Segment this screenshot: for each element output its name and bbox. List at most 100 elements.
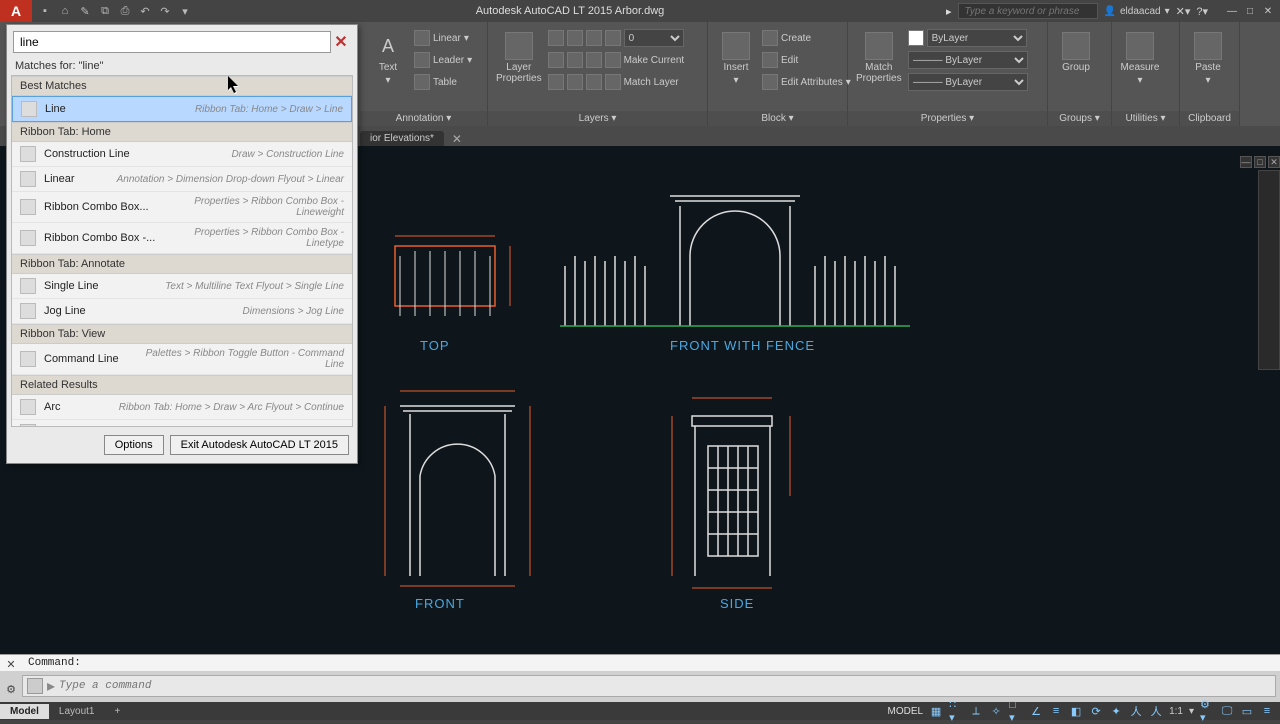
edit-block-button[interactable]: Edit (762, 50, 851, 70)
cycling-icon[interactable]: ⟳ (1089, 704, 1103, 718)
layer-prev-icon[interactable] (567, 74, 583, 90)
edit-attributes-button[interactable]: Edit Attributes ▾ (762, 72, 851, 92)
maximize-button[interactable]: □ (1242, 4, 1258, 18)
result-combo-lineweight[interactable]: Ribbon Combo Box...Properties > Ribbon C… (12, 192, 352, 223)
polar-icon[interactable]: ✧ (989, 704, 1003, 718)
layer-iso-icon[interactable] (548, 52, 564, 68)
create-block-button[interactable]: Create (762, 28, 851, 48)
lineweight-icon[interactable]: ≡ (1049, 704, 1063, 718)
customize-icon[interactable]: ≡ (1260, 704, 1274, 718)
color-swatch-icon[interactable] (908, 30, 924, 46)
model-tab[interactable]: Model (0, 704, 49, 719)
layer-walk-icon[interactable] (586, 74, 602, 90)
add-document-button[interactable]: ✕ (446, 132, 468, 146)
signin-area[interactable]: 👤 eldaacad ▾ (1104, 6, 1170, 17)
saveas-icon[interactable]: ⧉ (96, 2, 114, 20)
linear-icon (414, 30, 430, 46)
command-prompt-icon[interactable] (27, 678, 43, 694)
help-icon[interactable]: ?▾ (1196, 5, 1208, 18)
signin-user: eldaacad (1120, 6, 1161, 17)
snap-icon[interactable]: ∷ ▾ (949, 704, 963, 718)
lineweight-combo[interactable]: ——— ByLayer (908, 51, 1028, 69)
label-top: TOP (420, 338, 450, 353)
layer-freeze-icon[interactable] (586, 30, 602, 46)
result-jog-line[interactable]: Jog LineDimensions > Jog Line (12, 299, 352, 324)
layer-thaw-icon[interactable] (586, 52, 602, 68)
osnap-icon[interactable]: □ ▾ (1009, 704, 1023, 718)
measure-button[interactable]: Measure▾ (1118, 28, 1162, 90)
view-minimize-button[interactable]: — (1240, 156, 1252, 168)
undo-icon[interactable]: ↶ (136, 2, 154, 20)
navigation-bar[interactable] (1258, 170, 1280, 370)
line-icon (21, 101, 37, 117)
result-ray[interactable]: RayRibbon Tab: Home > Draw > Ray (12, 420, 352, 427)
qat-dropdown-icon[interactable]: ▾ (176, 2, 194, 20)
new-icon[interactable]: ▪ (36, 2, 54, 20)
linetype-combo[interactable]: ——— ByLayer (908, 73, 1028, 91)
command-line-panel: ✕ ⚙ Command: ▸ (0, 654, 1280, 702)
result-construction-line[interactable]: Construction LineDraw > Construction Lin… (12, 142, 352, 167)
popup-clear-button[interactable]: ✕ (331, 31, 351, 53)
ortho-icon[interactable]: ⟂ (969, 704, 983, 718)
color-combo[interactable]: ByLayer (927, 29, 1027, 47)
print-icon[interactable]: ⎙ (116, 2, 134, 20)
infocenter-search-input[interactable] (958, 3, 1098, 19)
match-layer-button[interactable]: Match Layer (624, 77, 679, 88)
view-maximize-button[interactable]: □ (1254, 156, 1266, 168)
layer-combo[interactable]: 0 (624, 29, 684, 47)
layer-state-icon[interactable] (548, 30, 564, 46)
view-close-button[interactable]: ✕ (1268, 156, 1280, 168)
monitor-icon[interactable]: 🖵 (1220, 704, 1234, 718)
popup-search-input[interactable] (13, 31, 331, 53)
table-button[interactable]: Table (414, 72, 472, 92)
paste-button[interactable]: Paste▾ (1186, 28, 1230, 90)
result-single-line[interactable]: Single LineText > Multiline Text Flyout … (12, 274, 352, 299)
add-layout-button[interactable]: + (104, 704, 130, 719)
result-line[interactable]: Line Ribbon Tab: Home > Draw > Line (12, 96, 352, 122)
cmdline-config-icon[interactable]: ⚙ (4, 682, 18, 696)
cmdline-close-icon[interactable]: ✕ (4, 657, 18, 671)
layer-properties-button[interactable]: Layer Properties (494, 28, 544, 88)
otrack-icon[interactable]: ∠ (1029, 704, 1043, 718)
panel-layers: Layer Properties 0 Make Current Match La… (488, 22, 708, 126)
linear-button[interactable]: Linear ▾ (414, 28, 472, 48)
layer-on-icon[interactable] (548, 74, 564, 90)
label-front-fence: FRONT WITH FENCE (670, 338, 815, 353)
exchange-icon[interactable]: ✕▾ (1176, 5, 1191, 18)
result-linear[interactable]: LinearAnnotation > Dimension Drop-down F… (12, 167, 352, 192)
layer-off-icon[interactable] (567, 30, 583, 46)
result-arc[interactable]: ArcRibbon Tab: Home > Draw > Arc Flyout … (12, 395, 352, 420)
text-button[interactable]: AText▾ (366, 28, 410, 90)
anno-icon[interactable]: ✦ (1109, 704, 1123, 718)
close-button[interactable]: ✕ (1260, 4, 1276, 18)
open-icon[interactable]: ⌂ (56, 2, 74, 20)
transparency-icon[interactable]: ◧ (1069, 704, 1083, 718)
clean-icon[interactable]: ▭ (1240, 704, 1254, 718)
document-tab[interactable]: ior Elevations* (360, 131, 444, 146)
anno3-icon[interactable]: 人 (1149, 704, 1163, 718)
save-icon[interactable]: ✎ (76, 2, 94, 20)
status-model-label[interactable]: MODEL (888, 706, 924, 717)
workspace-icon[interactable]: ⚙ ▾ (1200, 704, 1214, 718)
layer-uniso-icon[interactable] (567, 52, 583, 68)
match-properties-button[interactable]: Match Properties (854, 28, 904, 88)
command-input[interactable] (59, 680, 1271, 692)
minimize-button[interactable]: — (1224, 4, 1240, 18)
leader-button[interactable]: Leader ▾ (414, 50, 472, 70)
results-list[interactable]: Best Matches Line Ribbon Tab: Home > Dra… (11, 75, 353, 427)
layer-lock-icon[interactable] (605, 30, 621, 46)
make-current-button[interactable]: Make Current (624, 55, 685, 66)
app-menu-button[interactable] (0, 0, 32, 22)
grid-icon[interactable]: ▦ (929, 704, 943, 718)
group-button[interactable]: Group (1054, 28, 1098, 77)
options-button[interactable]: Options (104, 435, 164, 455)
anno2-icon[interactable]: 人 (1129, 704, 1143, 718)
title-bar: ▪ ⌂ ✎ ⧉ ⎙ ↶ ↷ ▾ Autodesk AutoCAD LT 2015… (0, 0, 1280, 22)
result-command-line[interactable]: Command LinePalettes > Ribbon Toggle But… (12, 344, 352, 375)
exit-button[interactable]: Exit Autodesk AutoCAD LT 2015 (170, 435, 349, 455)
insert-button[interactable]: Insert▾ (714, 28, 758, 90)
layout-tab[interactable]: Layout1 (49, 704, 105, 719)
anno-scale[interactable]: 1:1 (1169, 706, 1183, 717)
result-combo-linetype[interactable]: Ribbon Combo Box -...Properties > Ribbon… (12, 223, 352, 254)
redo-icon[interactable]: ↷ (156, 2, 174, 20)
